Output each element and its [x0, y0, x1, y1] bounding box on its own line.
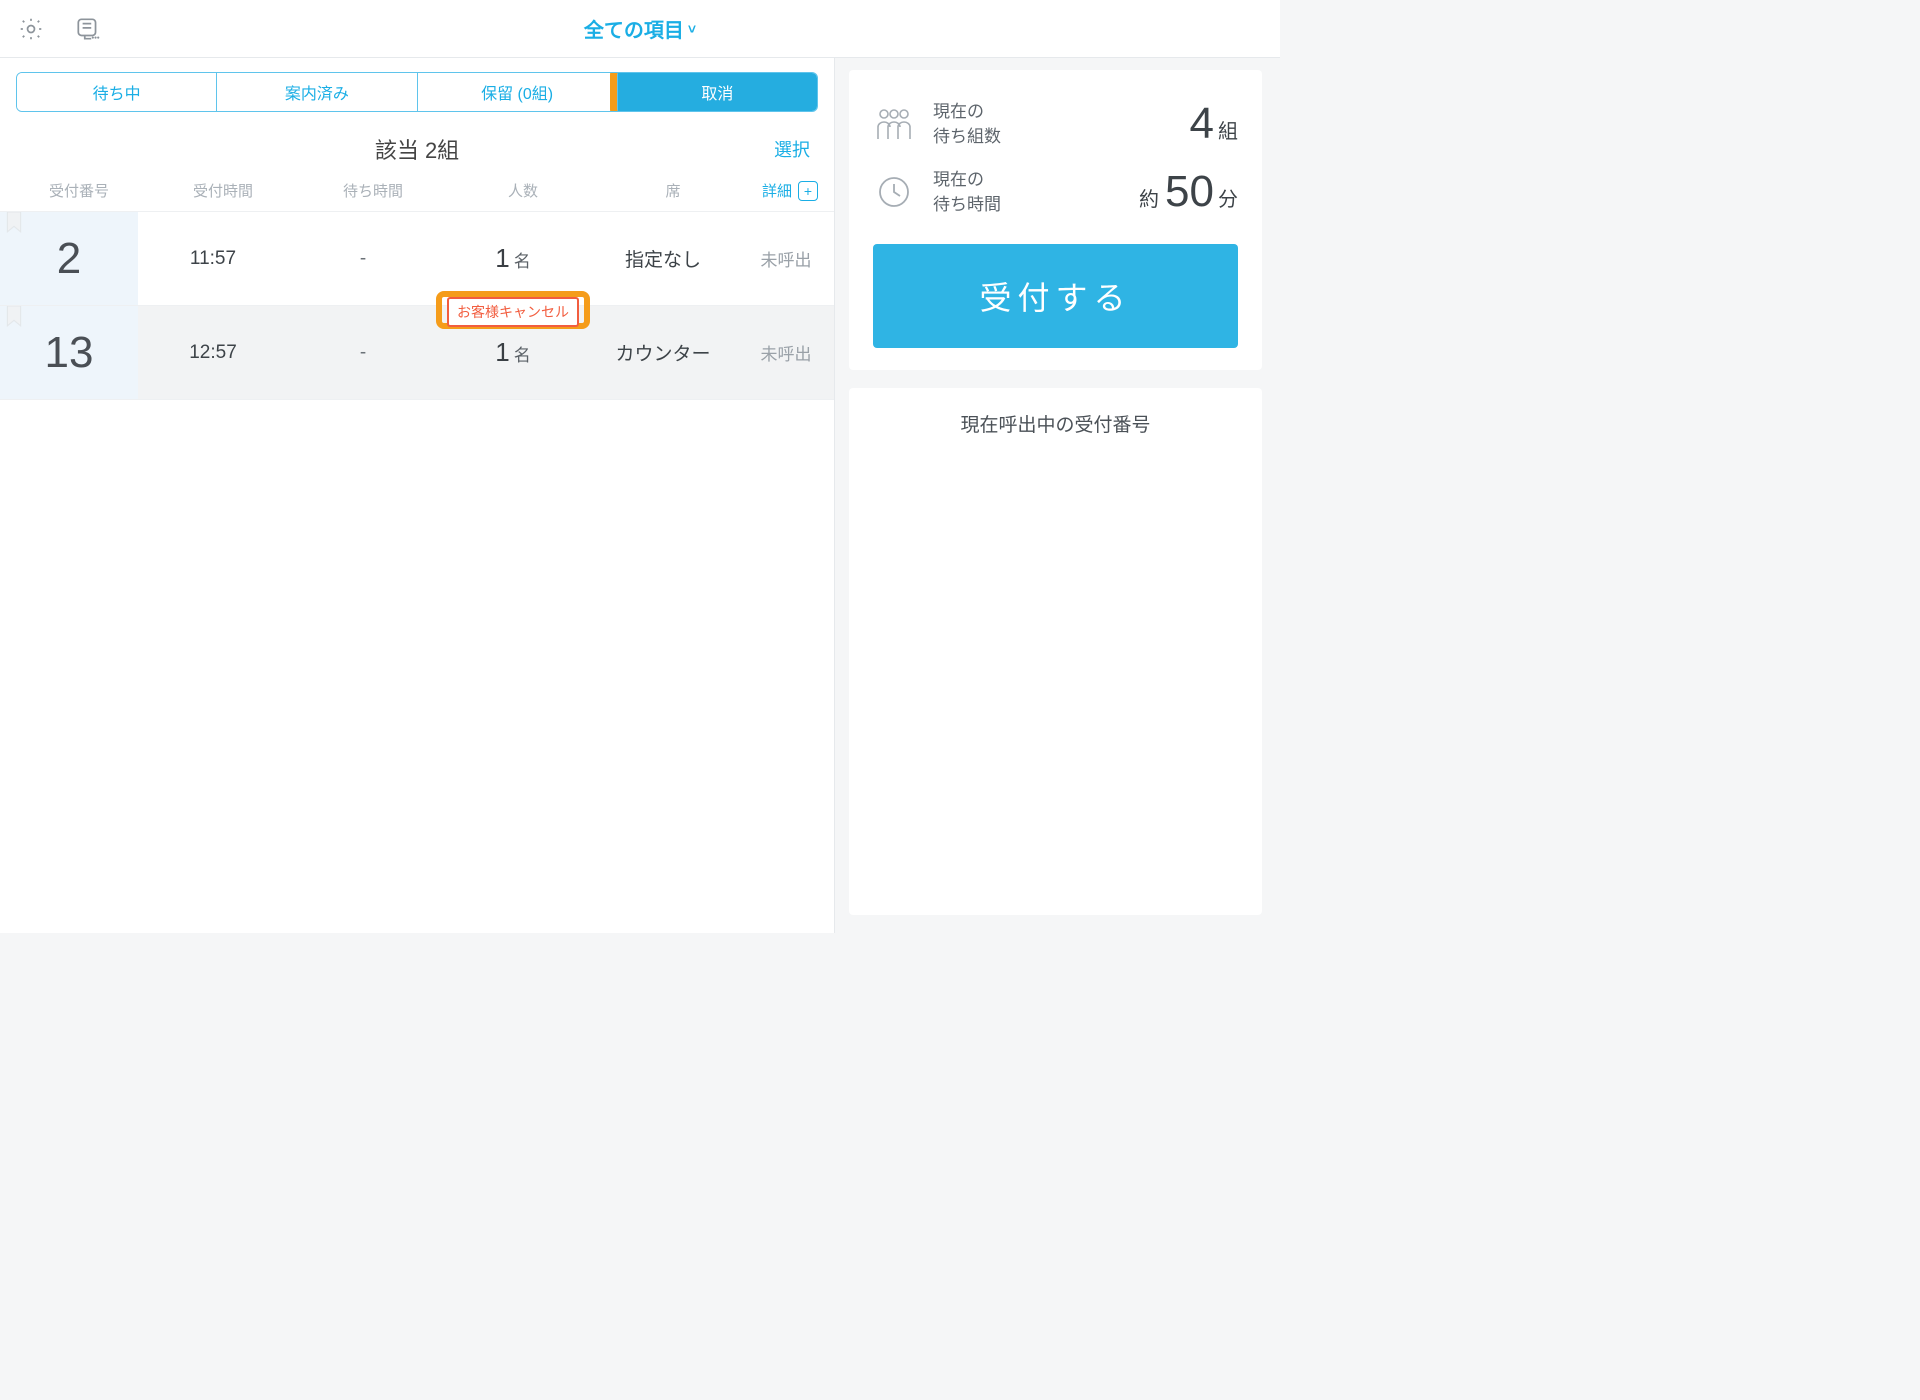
row-people: お客様キャンセル 1名	[438, 337, 588, 368]
column-headers: 受付番号 受付時間 待ち時間 人数 席 詳細 +	[0, 174, 834, 212]
status-tabs: 待ち中 案内済み 保留 (0組) 取消	[16, 72, 818, 112]
row-wait: -	[288, 248, 438, 270]
stat-label: 現在の 待ち組数	[933, 99, 1001, 150]
stat-label: 現在の 待ち時間	[933, 167, 1001, 218]
filter-dropdown-label: 全ての項目	[584, 14, 684, 43]
col-seat: 席	[598, 180, 748, 201]
accept-button[interactable]: 受付する	[873, 244, 1238, 348]
tab-guided[interactable]: 案内済み	[217, 73, 417, 111]
clock-icon	[873, 175, 915, 209]
col-ticket-time: 受付時間	[148, 180, 298, 201]
row-status: 未呼出	[738, 340, 834, 365]
row-wait: -	[288, 342, 438, 364]
table-row[interactable]: 2 11:57 - 1名 指定なし 未呼出	[0, 212, 834, 306]
stat-value: 4 組	[1190, 99, 1238, 149]
tab-waiting[interactable]: 待ち中	[17, 73, 217, 111]
ticket-number-cell: 13	[0, 306, 138, 399]
stat-waiting-groups: 現在の 待ち組数 4 組	[873, 92, 1238, 156]
row-time: 11:57	[138, 248, 288, 270]
row-time: 12:57	[138, 342, 288, 364]
people-icon	[873, 107, 915, 141]
bookmark-icon	[6, 212, 22, 234]
summary-count: 該当 2組	[375, 133, 459, 165]
cancel-badge: お客様キャンセル	[447, 297, 579, 327]
bookmark-icon	[6, 306, 22, 328]
stat-wait-time: 現在の 待ち時間 約 50 分	[873, 160, 1238, 224]
row-people: 1名	[438, 243, 588, 274]
row-status: 未呼出	[738, 246, 834, 271]
calling-title: 現在呼出中の受付番号	[873, 410, 1238, 437]
tab-cancel[interactable]: 取消	[618, 73, 817, 111]
col-detail[interactable]: 詳細 +	[748, 180, 824, 201]
col-ticket-no: 受付番号	[10, 180, 148, 201]
printer-icon[interactable]	[74, 16, 102, 42]
col-people: 人数	[448, 180, 598, 201]
tab-hold[interactable]: 保留 (0組)	[418, 73, 618, 111]
stat-value: 約 50 分	[1139, 167, 1238, 217]
stats-card: 現在の 待ち組数 4 組 現在の 待ち時間	[849, 70, 1262, 370]
ticket-number-cell: 2	[0, 212, 138, 305]
filter-dropdown[interactable]: 全ての項目 ˅	[584, 14, 696, 43]
row-seat: 指定なし	[588, 245, 738, 272]
plus-icon[interactable]: +	[798, 181, 818, 201]
chevron-down-icon: ˅	[688, 21, 696, 37]
row-seat: カウンター	[588, 339, 738, 366]
settings-icon[interactable]	[18, 16, 44, 42]
list-summary: 該当 2組 選択	[0, 112, 834, 174]
calling-card: 現在呼出中の受付番号	[849, 388, 1262, 915]
top-bar: 全ての項目 ˅	[0, 0, 1280, 58]
col-wait-time: 待ち時間	[298, 180, 448, 201]
select-link[interactable]: 選択	[774, 136, 810, 162]
table-row[interactable]: 13 12:57 - お客様キャンセル 1名 カウンター 未呼出	[0, 306, 834, 400]
